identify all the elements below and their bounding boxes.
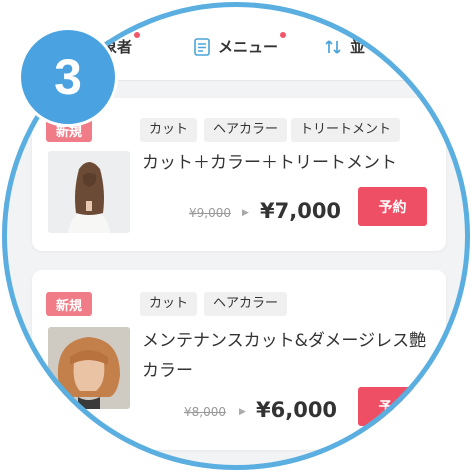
tag-treatment: トリートメント — [291, 118, 401, 142]
notification-dot — [134, 32, 141, 38]
menu-name-line: カラー — [142, 361, 193, 381]
menu-card[interactable]: 新規 カット ヘアカラー トリートメント カット＋カラー＋トリートメント ¥9,… — [32, 98, 446, 251]
step-number-badge: 3 — [18, 27, 118, 127]
notification-dot — [280, 32, 287, 38]
menu-photo — [48, 151, 130, 233]
tab-menu[interactable]: メニュー — [194, 32, 287, 57]
menu-name[interactable]: メンテナンスカット&ダメージレス艶 カラー — [142, 326, 426, 386]
sort-icon — [324, 38, 342, 56]
tab-sort-label: 並 — [350, 38, 366, 56]
new-badge: 新規 — [46, 292, 92, 316]
book-button[interactable]: 予約 — [358, 387, 427, 426]
original-price: ¥9,000 — [189, 206, 231, 220]
book-button[interactable]: 予約 — [358, 187, 427, 226]
tag-cut: カット — [140, 292, 198, 316]
tag-hair-color: ヘアカラー — [204, 292, 288, 316]
menu-list-icon — [194, 37, 210, 56]
tag-hair-color: ヘアカラー — [204, 118, 288, 142]
discount-price: ¥7,000 — [260, 199, 342, 223]
menu-name-line: メンテナンスカット&ダメージレス艶 — [142, 331, 427, 351]
menu-card[interactable]: 新規 カット ヘアカラー メンテナンスカット&ダメージレス艶 カラー ¥8,00… — [32, 270, 446, 450]
discount-price: ¥6,000 — [256, 398, 338, 422]
tag-cut: カット — [140, 118, 198, 142]
tab-menu-label: メニュー — [218, 38, 279, 56]
price-arrow-icon: ▶ — [239, 407, 246, 417]
menu-photo — [48, 327, 130, 409]
menu-name-line: カット＋カラー＋トリートメント — [142, 153, 397, 173]
price-arrow-icon: ▶ — [242, 208, 249, 218]
original-price: ¥8,000 — [184, 405, 226, 419]
tab-sort[interactable]: 並 — [324, 36, 365, 57]
menu-name[interactable]: カット＋カラー＋トリートメント — [142, 148, 397, 178]
